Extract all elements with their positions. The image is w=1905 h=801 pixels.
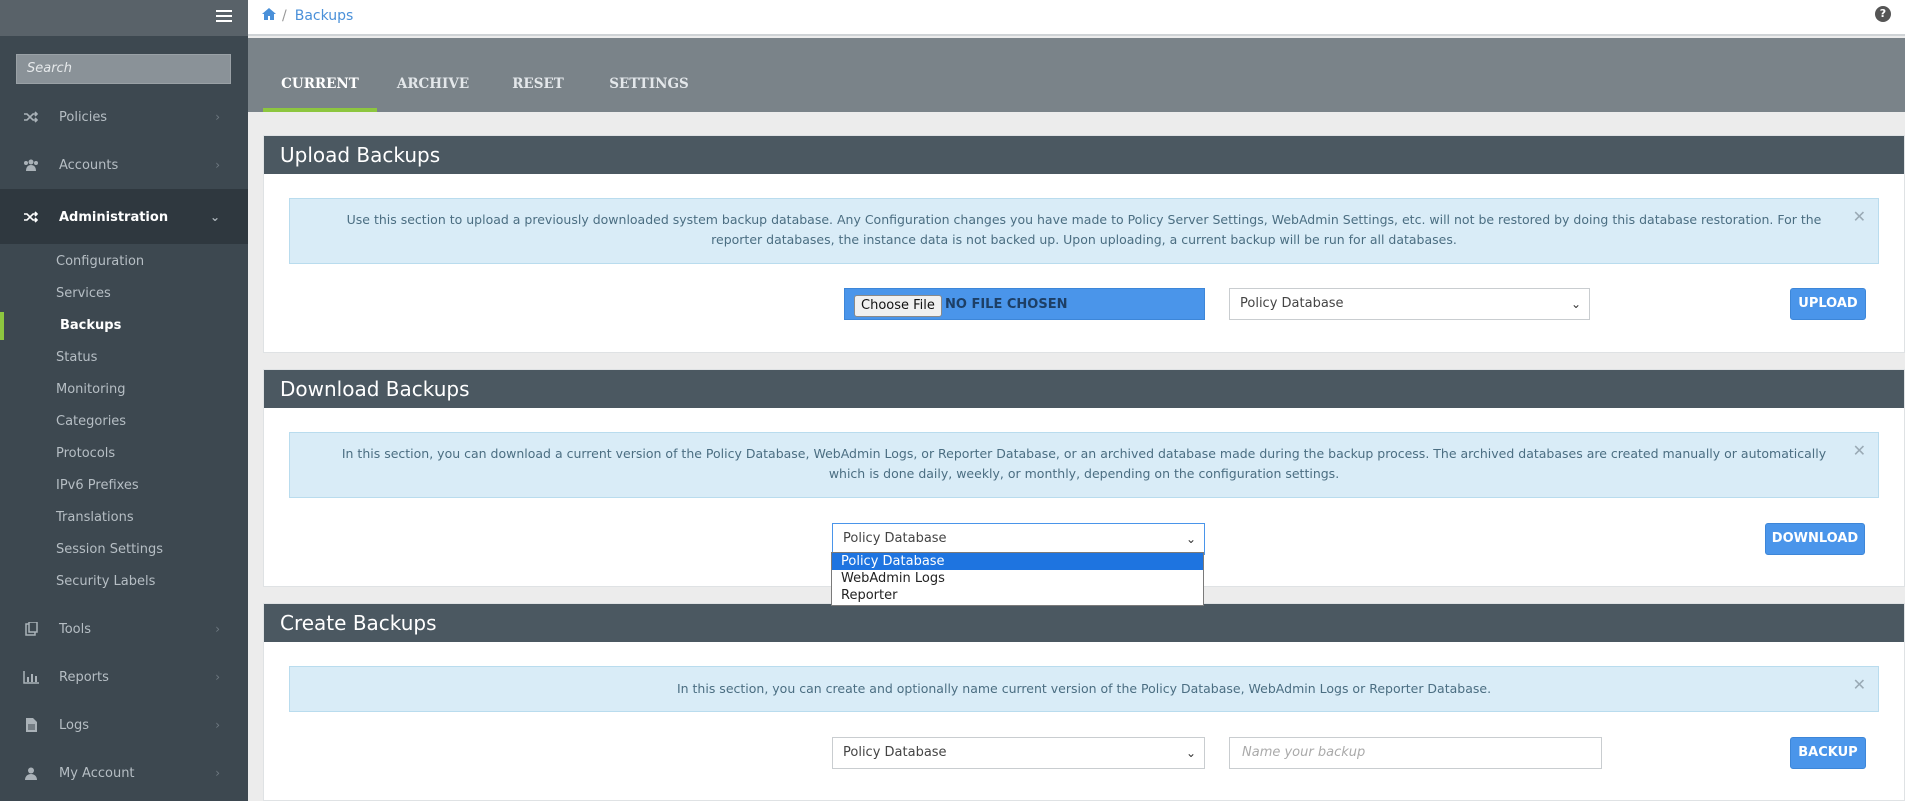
selected-indicator [0,312,4,340]
submenu-item-status[interactable]: Status [56,348,97,368]
sidebar-item-label: Accounts [59,157,119,173]
sidebar-item-label: Tools [59,621,92,637]
hamburger-menu-icon[interactable] [216,10,232,24]
breadcrumb: / Backups [262,8,353,24]
document-icon [23,718,39,732]
submenu-item-session-settings[interactable]: Session Settings [56,540,163,560]
close-icon[interactable]: ✕ [1853,441,1866,461]
current-database-select[interactable]: Policy Database ⌄ [832,523,1205,555]
submenu-item-security-labels[interactable]: Security Labels [56,572,155,592]
help-icon[interactable]: ? [1875,6,1891,22]
chevron-right-icon: › [215,718,220,732]
chevron-down-icon: ⌄ [209,210,220,224]
no-file-chosen-label: NO FILE CHOSEN [945,297,1068,312]
backup-database-select[interactable]: Policy Database ⌄ [832,737,1205,769]
chevron-down-icon: ⌄ [1570,297,1581,311]
select-value: Policy Database [843,745,947,760]
close-icon[interactable]: ✕ [1853,207,1866,227]
sidebar-item-tools[interactable]: Tools › [0,605,248,653]
submenu-item-configuration[interactable]: Configuration [56,252,144,272]
sidebar-item-label: Reports [59,669,109,685]
create-info-alert: In this section, you can create and opti… [289,666,1879,712]
chevron-down-icon: ⌄ [1185,532,1196,546]
backup-name-input[interactable]: Name your backup [1229,737,1602,769]
dropdown-option-reporter[interactable]: Reporter [832,587,1203,604]
upload-button[interactable]: UPLOAD [1790,288,1866,320]
administration-submenu: Configuration Services Backups Status Mo… [0,244,248,600]
chevron-right-icon: › [215,158,220,172]
sidebar-item-accounts[interactable]: Accounts › [0,141,248,189]
panel-title: Download Backups [264,370,1904,408]
upload-backups-panel: Upload Backups Use this section to uploa… [263,135,1905,353]
alert-text: Use this section to upload a previously … [346,212,1822,247]
tab-archive[interactable]: ARCHIVE [395,76,471,112]
choose-file-button[interactable]: Choose File [854,295,942,317]
submenu-item-ipv6-prefixes[interactable]: IPv6 Prefixes [56,476,139,496]
file-upload-field: Choose File NO FILE CHOSEN [844,288,1205,320]
upload-database-select[interactable]: Policy Database ⌄ [1229,288,1590,320]
panel-title: Upload Backups [264,136,1904,174]
sidebar: Search Policies › Accounts › Administrat… [0,0,248,801]
panel-title: Create Backups [264,604,1904,642]
chevron-right-icon: › [215,670,220,684]
sidebar-item-administration[interactable]: Administration ⌄ [0,189,248,245]
select-value: Policy Database [1240,296,1344,311]
submenu-item-categories[interactable]: Categories [56,412,126,432]
dropdown-option-webadmin-logs[interactable]: WebAdmin Logs [832,570,1203,587]
create-backups-panel: Create Backups In this section, you can … [263,603,1905,801]
chevron-right-icon: › [215,622,220,636]
sidebar-item-label: Logs [59,717,89,733]
close-icon[interactable]: ✕ [1853,675,1866,695]
submenu-item-services[interactable]: Services [56,284,111,304]
tab-current[interactable]: CURRENT [263,76,377,112]
home-icon[interactable] [262,8,276,24]
dropdown-option-policy-database[interactable]: Policy Database [832,553,1203,570]
shuffle-icon [23,210,39,224]
backup-button[interactable]: BACKUP [1790,737,1866,769]
submenu-item-monitoring[interactable]: Monitoring [56,380,126,400]
submenu-item-backups[interactable]: Backups [60,316,121,336]
breadcrumb-current[interactable]: Backups [295,8,354,24]
users-icon [23,158,39,172]
tab-settings[interactable]: SETTINGS [604,76,694,112]
alert-text: In this section, you can create and opti… [676,681,1492,696]
sidebar-item-logs[interactable]: Logs › [0,701,248,749]
breadcrumb-separator: / [282,8,287,24]
sidebar-item-policies[interactable]: Policies › [0,93,248,141]
sidebar-item-reports[interactable]: Reports › [0,653,248,701]
sidebar-item-label: Administration [59,209,169,225]
shuffle-icon [23,110,39,124]
chevron-right-icon: › [215,110,220,124]
chevron-down-icon: ⌄ [1185,746,1196,760]
top-bar: / Backups ? [248,0,1905,36]
user-icon [23,766,39,780]
chevron-right-icon: › [215,766,220,780]
bar-chart-icon [23,670,39,684]
clipboard-icon [23,622,39,636]
sidebar-item-my-account[interactable]: My Account › [0,749,248,797]
upload-info-alert: Use this section to upload a previously … [289,198,1879,264]
download-info-alert: In this section, you can download a curr… [289,432,1879,498]
sidebar-header [0,0,248,36]
current-database-dropdown-list: Policy Database WebAdmin Logs Reporter [831,552,1204,606]
download-button[interactable]: DOWNLOAD [1765,523,1865,555]
tab-bar: CURRENT ARCHIVE RESET SETTINGS [248,38,1905,112]
sidebar-search-input[interactable]: Search [16,54,231,84]
submenu-item-protocols[interactable]: Protocols [56,444,115,464]
alert-text: In this section, you can download a curr… [341,446,1827,481]
submenu-item-translations[interactable]: Translations [56,508,134,528]
sidebar-item-label: Policies [59,109,108,125]
sidebar-item-label: My Account [59,765,135,781]
tab-reset[interactable]: RESET [510,76,566,112]
select-value: Policy Database [843,531,947,546]
